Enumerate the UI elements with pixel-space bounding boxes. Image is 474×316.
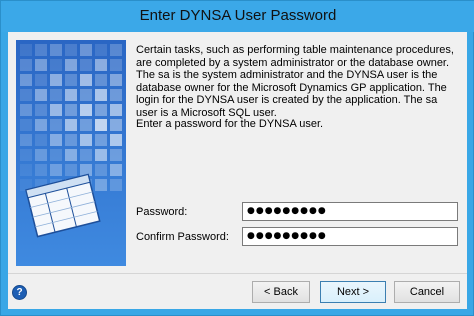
cancel-button[interactable]: Cancel <box>394 281 460 303</box>
prompt-text: Enter a password for the DYNSA user. <box>136 118 324 130</box>
title-bar[interactable]: Enter DYNSA User Password <box>1 1 474 32</box>
window-title: Enter DYNSA User Password <box>139 7 337 24</box>
password-field[interactable]: ●●●●●●●●● <box>242 202 458 221</box>
password-label: Password: <box>136 206 188 218</box>
footer-divider <box>8 273 467 274</box>
description-text: Certain tasks, such as performing table … <box>136 44 454 119</box>
help-icon[interactable]: ? <box>12 285 27 300</box>
wizard-side-image <box>16 40 126 266</box>
dialog-body: Certain tasks, such as performing table … <box>8 32 467 309</box>
tile-pattern-graphic <box>16 40 126 266</box>
confirm-password-field[interactable]: ●●●●●●●●● <box>242 227 458 246</box>
back-button[interactable]: < Back <box>252 281 310 303</box>
next-button[interactable]: Next > <box>320 281 386 303</box>
dialog-window: Enter DYNSA User Password Certain tasks,… <box>0 0 474 316</box>
confirm-password-label: Confirm Password: <box>136 231 229 243</box>
